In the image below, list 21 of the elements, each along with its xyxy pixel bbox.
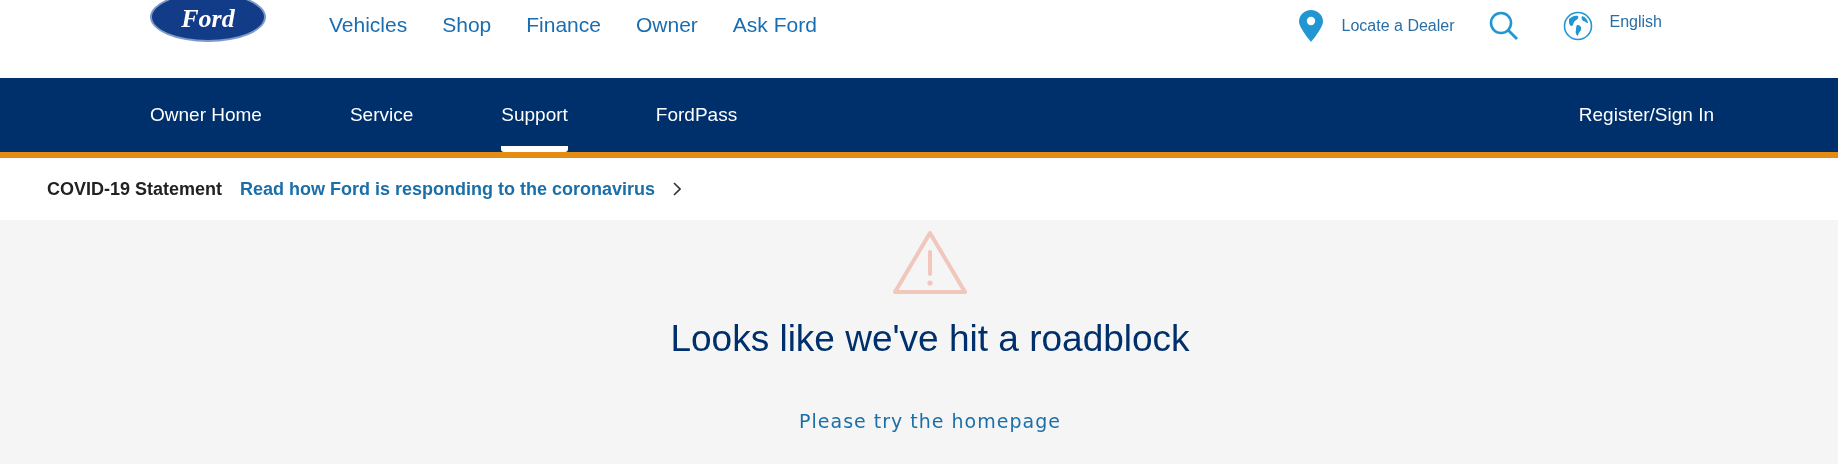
nav-link[interactable]: Owner [636, 13, 698, 37]
owner-nav-tab[interactable]: FordPass [655, 78, 738, 152]
owner-nav-tab[interactable]: Service [349, 78, 414, 152]
nav-link[interactable]: Vehicles [329, 13, 408, 37]
search-icon[interactable] [1488, 11, 1519, 41]
owner-nav-tab[interactable]: Owner Home [150, 78, 262, 152]
map-pin-icon[interactable] [1298, 10, 1323, 42]
sign-in-link[interactable]: Register/Sign In [1578, 104, 1714, 126]
nav-link[interactable]: Ask Ford [732, 13, 817, 37]
error-heading: Looks like we've hit a roadblock [670, 318, 1190, 360]
coronavirus-link[interactable]: Read how Ford is responding to the coronavirus [240, 178, 656, 200]
nav-link[interactable]: Shop [442, 13, 492, 37]
locate-dealer-link[interactable]: Locate a Dealer [1341, 17, 1455, 35]
language-link[interactable]: English [1609, 13, 1662, 31]
ford-logo[interactable]: Ford [150, 0, 266, 42]
notice-title: COVID-19 Statement [47, 178, 223, 200]
warning-icon [892, 230, 968, 296]
homepage-link[interactable]: Please try the homepage [799, 410, 1061, 432]
nav-link[interactable]: Finance [526, 13, 601, 37]
globe-icon[interactable] [1562, 11, 1593, 41]
chevron-right-icon[interactable] [673, 182, 682, 196]
